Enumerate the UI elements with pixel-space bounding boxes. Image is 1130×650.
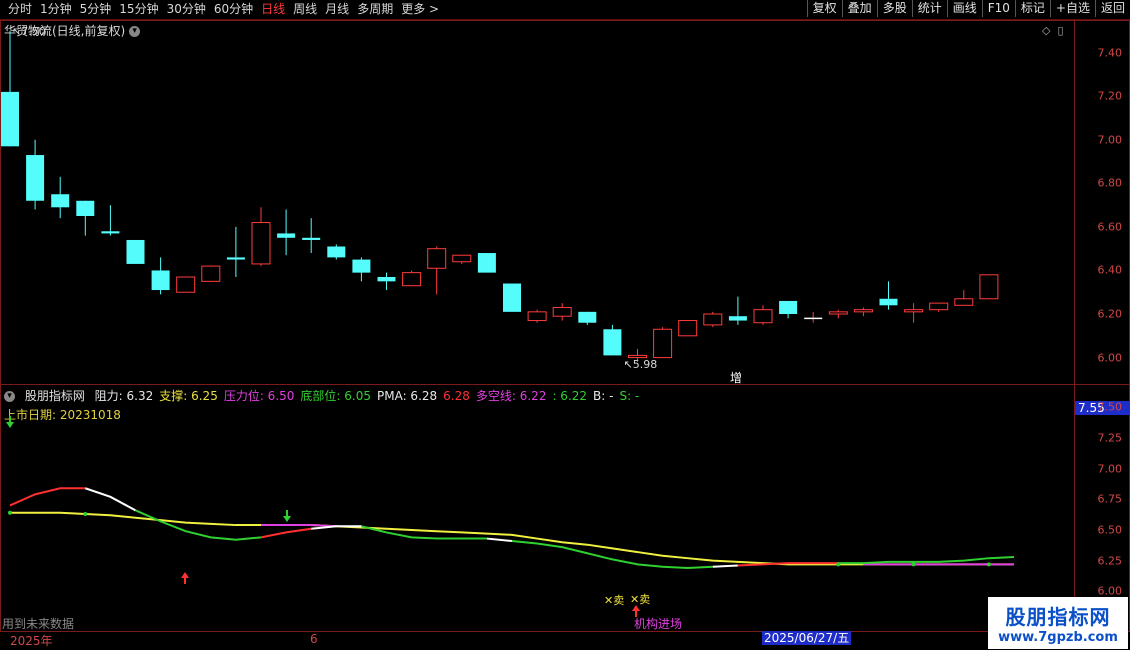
candle-body-up [427, 248, 447, 269]
trend-turn-segment [712, 564, 738, 568]
date-year: 2025年 [10, 634, 53, 648]
indicator-tick: 6.00 [1097, 584, 1123, 598]
candle-body-up [753, 309, 773, 324]
candle-body-down [76, 200, 95, 217]
candle-body-up [979, 274, 999, 300]
candle-body-down [1, 91, 19, 147]
up-arrow-icon [181, 572, 189, 584]
candle-body-up [954, 298, 974, 306]
candle-body-down [302, 237, 321, 240]
indicator-tick: 6.25 [1097, 554, 1123, 568]
candle-body-down [352, 259, 371, 273]
candle-body-down [101, 231, 120, 234]
candle-body-up [653, 328, 673, 359]
signal-dot [836, 562, 841, 567]
date-axis: 2025年 6 [0, 631, 1075, 648]
sell-marker: ✕卖 [630, 593, 650, 606]
signal-dot [83, 512, 88, 517]
up-arrow-icon [632, 605, 640, 617]
candle-body-down [603, 329, 622, 356]
candle-body-down [126, 239, 145, 264]
indicator-axis: 7.50 7.25 7.00 6.75 6.50 6.25 6.00 [1075, 384, 1130, 632]
low-price-label: ↖5.98 [624, 358, 658, 371]
candle-body-up [527, 311, 547, 322]
down-arrow-icon [6, 416, 14, 428]
trend-down-segment [511, 540, 713, 570]
candle-body-down [477, 253, 496, 273]
chart-canvas[interactable]: ↖7.50↖5.98增✕卖 ✕卖机构进场 [0, 0, 1074, 630]
candle-body-up [251, 222, 271, 265]
watermark-url: www.7gpzb.com [998, 630, 1118, 645]
candle-body-down [226, 257, 245, 260]
candle-body-down [879, 298, 898, 306]
indicator-tick: 6.50 [1097, 523, 1123, 537]
candle-body-up [552, 306, 572, 317]
signal-dot [986, 562, 991, 567]
price-tick: 6.00 [1097, 351, 1123, 365]
trend-turn-segment [84, 487, 136, 512]
candle-body-up [402, 272, 422, 287]
pressure-segment [261, 524, 337, 528]
candle-body-down [277, 233, 296, 238]
indicator-tick: 7.25 [1097, 431, 1123, 445]
candle-body-up [176, 276, 196, 293]
candle-body-up [703, 313, 723, 326]
increase-marker: 增 [730, 371, 742, 385]
candle-body-up [452, 254, 472, 263]
institution-entry-label: 机构进场 [634, 616, 682, 630]
sell-marker: ✕卖 [604, 594, 624, 607]
high-price-label: ↖7.50 [12, 25, 46, 38]
watermark: 股朋指标网 www.7gpzb.com [988, 597, 1128, 649]
toolbar-button-8[interactable]: 返回 [1094, 0, 1130, 17]
trend-turn-segment [486, 537, 513, 543]
price-tick: 6.80 [1097, 176, 1123, 190]
candle-body-up [853, 309, 873, 313]
date-month: 6 [310, 632, 318, 646]
cursor-date: 2025/06/27/五 [762, 631, 852, 645]
price-tick: 6.20 [1097, 307, 1123, 321]
down-arrow-icon [283, 510, 291, 522]
signal-dot [8, 510, 12, 515]
price-tick: 7.40 [1097, 46, 1123, 60]
trend-up-segment [9, 487, 86, 507]
candle-body-down [503, 283, 521, 312]
candle-body-down [26, 155, 45, 201]
signal-dot [911, 562, 916, 567]
candle-body-up [929, 302, 949, 311]
candle-body-up [201, 265, 221, 282]
candle-body-down [779, 300, 798, 315]
trend-up-segment [260, 527, 312, 539]
price-tick: 7.00 [1097, 133, 1123, 147]
candle-body-down [578, 311, 597, 323]
price-tick: 6.40 [1097, 263, 1123, 277]
candle-body-down [377, 276, 396, 282]
candle-body-up [678, 320, 698, 337]
indicator-tick: 7.50 [1097, 400, 1123, 414]
candle-body-up [904, 309, 924, 313]
candle-body-down [327, 246, 346, 258]
price-tick: 6.60 [1097, 220, 1123, 234]
trend-down-segment [838, 555, 1015, 565]
candle-body-up [828, 311, 848, 315]
watermark-title: 股朋指标网 [1005, 605, 1111, 629]
candle-body-down [151, 270, 170, 291]
price-tick: 7.20 [1097, 89, 1123, 103]
candle-body-down [728, 316, 747, 321]
indicator-tick: 7.00 [1097, 462, 1123, 476]
candle-body-down [51, 194, 70, 208]
price-axis: 7.40 7.20 7.00 6.80 6.60 6.40 6.20 6.00 [1075, 20, 1130, 385]
indicator-tick: 6.75 [1097, 492, 1123, 506]
